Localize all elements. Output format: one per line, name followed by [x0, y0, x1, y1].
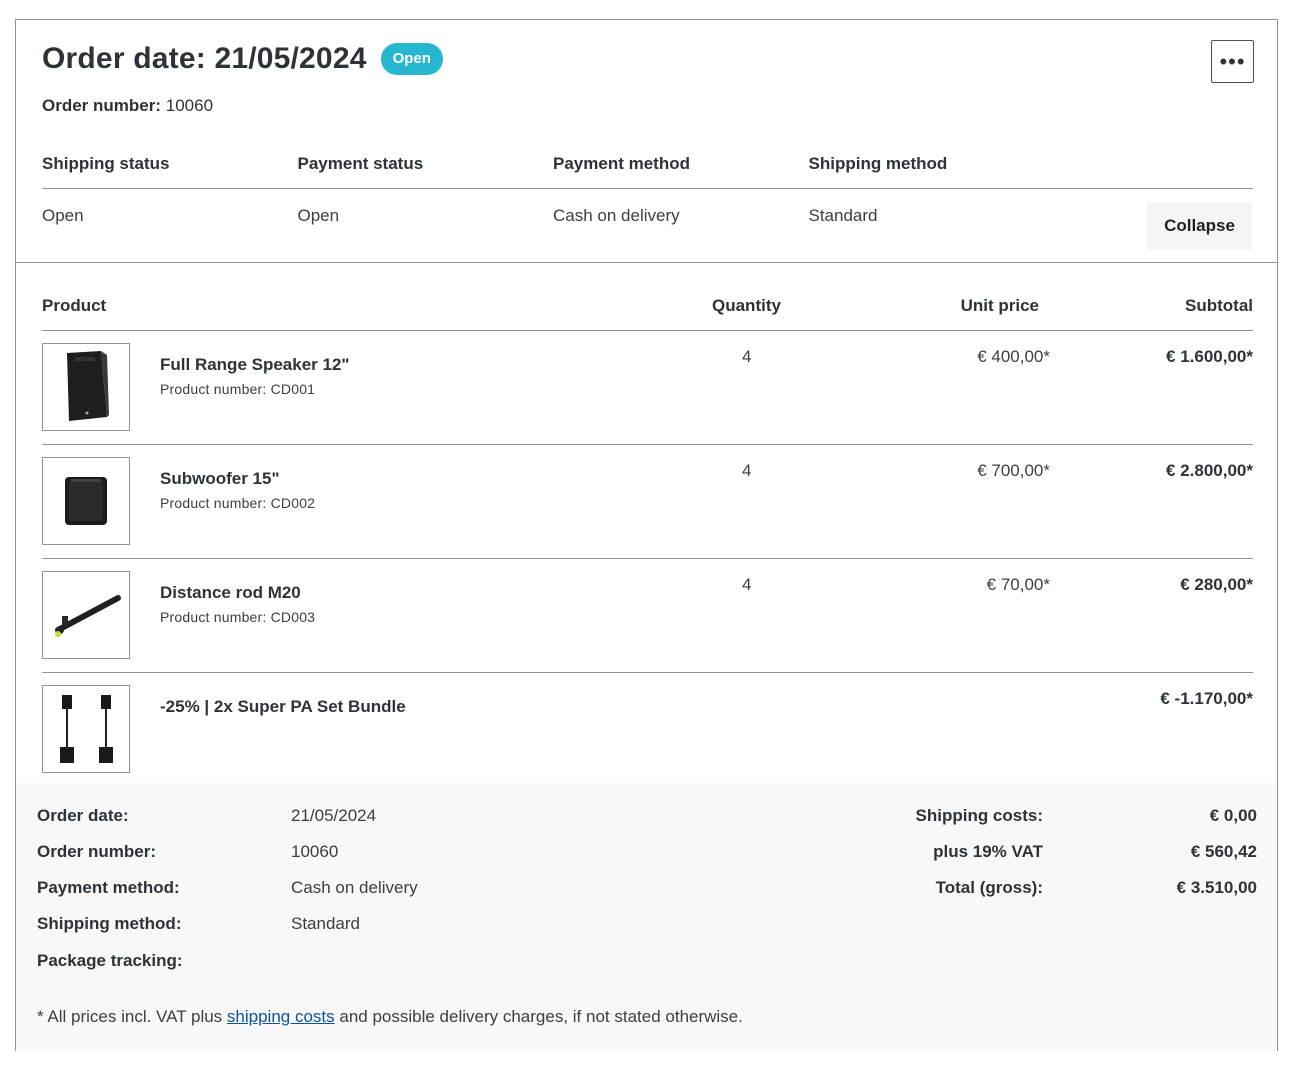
product-name: -25% | 2x Super PA Set Bundle: [160, 697, 406, 716]
more-options-button[interactable]: •••: [1211, 40, 1254, 83]
shipping-costs-link[interactable]: shipping costs: [227, 1007, 335, 1026]
order-card: Order date: 21/05/2024 Open Order number…: [15, 19, 1278, 1051]
product-unit-price: € 70,00*: [986, 575, 1050, 594]
product-row: -25% | 2x Super PA Set Bundle € -1.170,0…: [42, 673, 1253, 787]
product-name[interactable]: Distance rod M20: [160, 583, 301, 603]
summary-label-shipping-method: Shipping method:: [37, 914, 182, 933]
status-header-payment-method: Payment method: [553, 154, 690, 173]
product-unit-price: € 400,00*: [977, 347, 1050, 366]
pa-set-icon[interactable]: [42, 685, 130, 773]
product-name[interactable]: Full Range Speaker 12": [160, 355, 349, 375]
product-subtotal: € -1.170,00*: [1160, 689, 1253, 708]
rod-icon[interactable]: [42, 571, 130, 659]
order-title: Order date: 21/05/2024: [42, 42, 367, 75]
status-value-payment-method: Cash on delivery: [553, 206, 680, 225]
product-table-header: Product Quantity Unit price Subtotal: [42, 296, 1253, 331]
shipping-costs-value: € 0,00: [1209, 806, 1257, 825]
footnote-text-before: * All prices incl. VAT plus: [37, 1007, 227, 1026]
summary-value-order-number: 10060: [291, 842, 339, 861]
summary-value-payment-method: Cash on delivery: [291, 878, 418, 897]
status-header-row: Shipping status Payment status Payment m…: [42, 154, 1253, 189]
product-unit-price: € 700,00*: [977, 461, 1050, 480]
column-quantity: Quantity: [712, 296, 781, 315]
status-header-shipping-status: Shipping status: [42, 154, 170, 173]
order-summary: Order date: 21/05/2024 Order number: 100…: [16, 783, 1277, 1051]
product-number: Product number: CD002: [160, 495, 316, 511]
title-row: Order date: 21/05/2024 Open: [42, 42, 443, 76]
product-row: Subwoofer 15" Product number: CD002 4 € …: [42, 445, 1253, 559]
column-product: Product: [42, 296, 107, 315]
order-number: Order number: 10060: [42, 96, 213, 116]
order-number-label: Order number:: [42, 96, 162, 115]
product-subtotal: € 280,00*: [1180, 575, 1253, 594]
footnote-text-after: and possible delivery charges, if not st…: [334, 1007, 743, 1026]
vat-value: € 560,42: [1190, 842, 1257, 861]
total-gross-value: € 3.510,00: [1176, 878, 1257, 897]
subwoofer-icon[interactable]: [42, 457, 130, 545]
summary-label-payment-method: Payment method:: [37, 878, 180, 897]
product-number: Product number: CD001: [160, 381, 316, 397]
product-row: Full Range Speaker 12" Product number: C…: [42, 331, 1253, 445]
price-footnote: * All prices incl. VAT plus shipping cos…: [37, 1007, 743, 1027]
order-header: Order date: 21/05/2024 Open Order number…: [16, 20, 1277, 263]
product-quantity: 4: [742, 347, 752, 366]
column-subtotal: Subtotal: [1185, 296, 1253, 315]
status-header-shipping-method: Shipping method: [808, 154, 948, 173]
status-value-shipping-method: Standard: [808, 206, 878, 225]
status-values-row: Open Open Cash on delivery Standard: [42, 206, 1064, 226]
product-quantity: 4: [742, 575, 752, 594]
product-subtotal: € 1.600,00*: [1166, 347, 1253, 366]
product-subtotal: € 2.800,00*: [1166, 461, 1253, 480]
total-gross-label: Total (gross):: [935, 878, 1043, 897]
vat-label: plus 19% VAT: [933, 842, 1043, 861]
summary-label-package-tracking: Package tracking:: [37, 951, 183, 970]
status-value-payment-status: Open: [297, 206, 340, 225]
product-quantity: 4: [742, 461, 752, 480]
shipping-costs-label: Shipping costs:: [915, 806, 1044, 825]
column-unit-price: Unit price: [960, 296, 1039, 315]
summary-value-order-date: 21/05/2024: [291, 806, 377, 825]
order-number-value: 10060: [165, 96, 214, 115]
status-header-payment-status: Payment status: [297, 154, 424, 173]
status-value-shipping-status: Open: [42, 206, 84, 225]
product-name[interactable]: Subwoofer 15": [160, 469, 280, 489]
product-row: Distance rod M20 Product number: CD003 4…: [42, 559, 1253, 673]
collapse-button[interactable]: Collapse: [1147, 202, 1252, 250]
more-dots-icon: •••: [1219, 48, 1246, 74]
summary-label-order-date: Order date:: [37, 806, 129, 825]
summary-label-order-number: Order number:: [37, 842, 157, 861]
speaker-icon[interactable]: [42, 343, 130, 431]
status-badge: Open: [380, 43, 443, 75]
summary-value-shipping-method: Standard: [291, 914, 360, 933]
product-number: Product number: CD003: [160, 609, 316, 625]
